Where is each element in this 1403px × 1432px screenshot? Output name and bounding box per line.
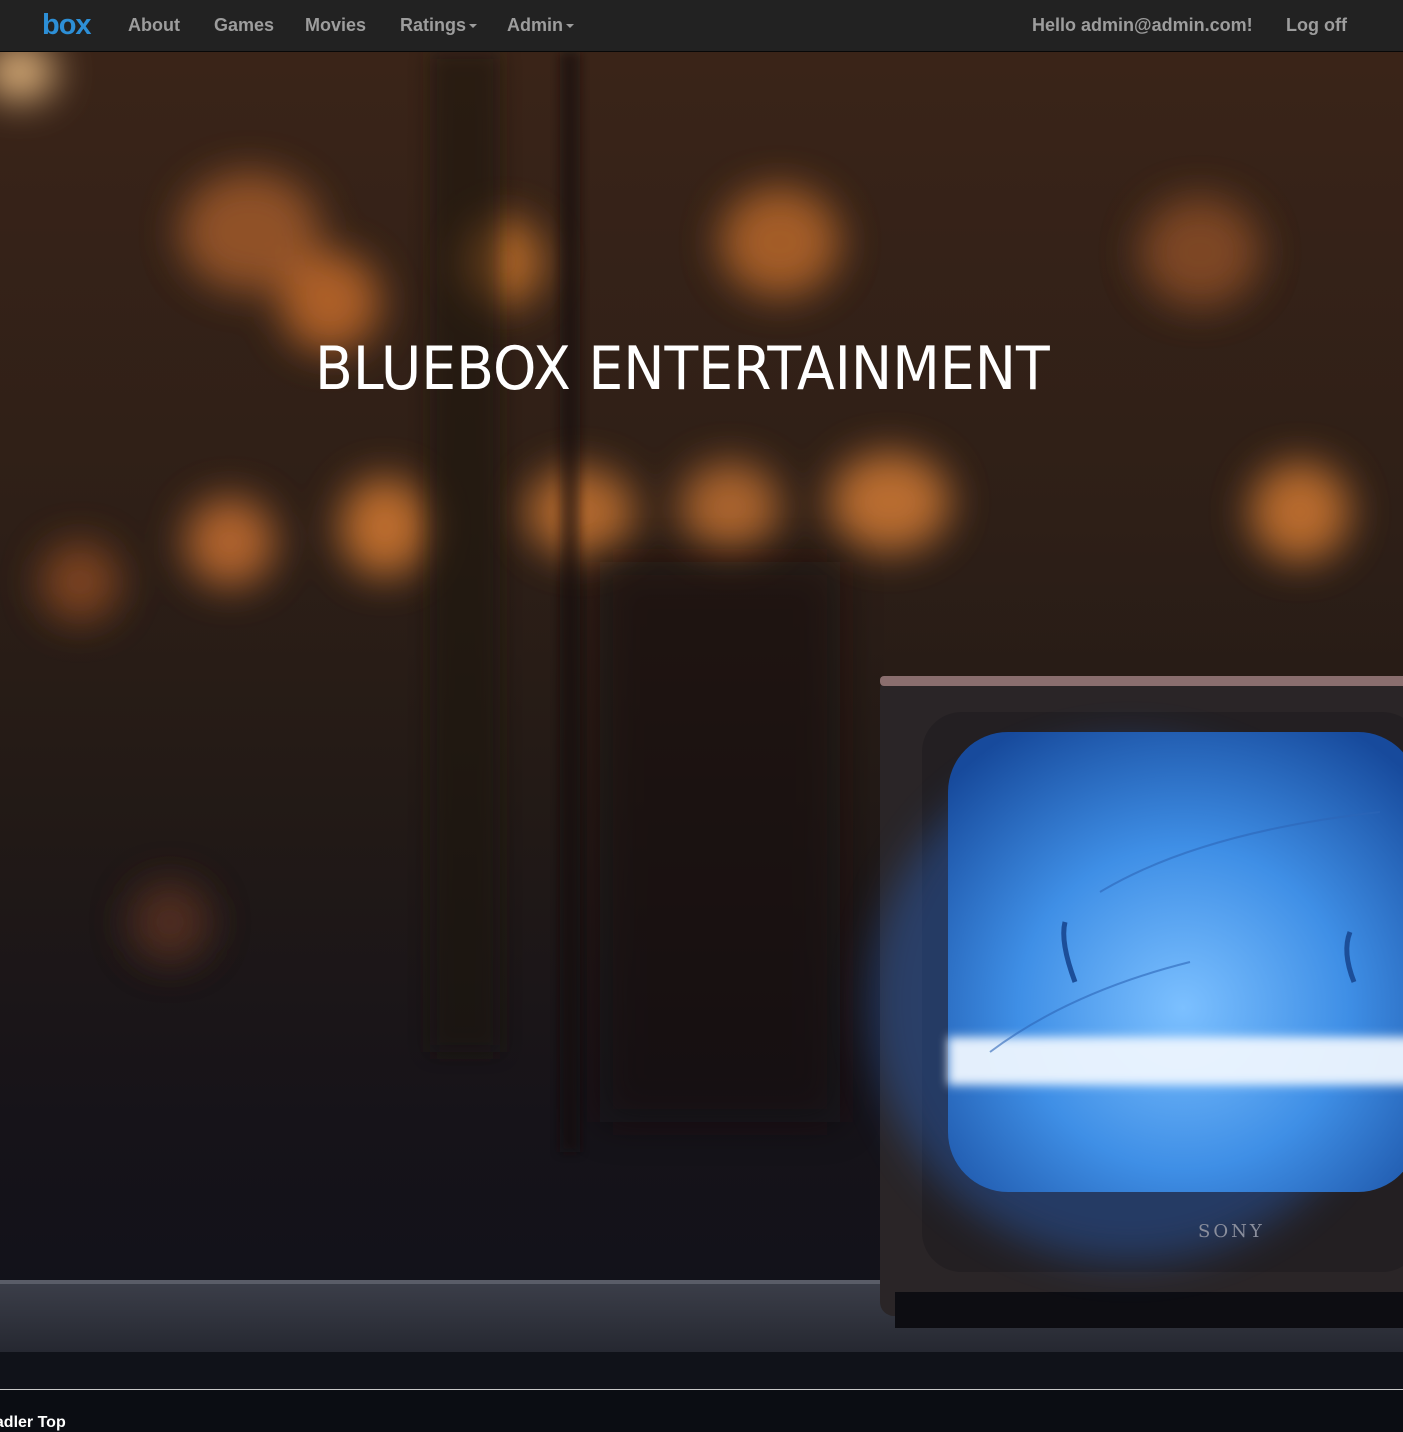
nav-admin-label: Admin bbox=[507, 15, 563, 35]
box-logo[interactable]: box bbox=[42, 9, 96, 41]
brand-text: box bbox=[42, 9, 91, 41]
top-navbar: box About Games Movies Ratings Admin Hel… bbox=[0, 0, 1403, 52]
nav-about[interactable]: About bbox=[128, 0, 180, 50]
nav-ratings-dropdown[interactable]: Ratings bbox=[400, 0, 478, 50]
tv-brand-label: SONY bbox=[1198, 1221, 1265, 1242]
hero-banner: SONY BLUEBOX ENTERTAINMENT bbox=[0, 52, 1403, 1389]
hero-title: BLUEBOX ENTERTAINMENT bbox=[315, 334, 1050, 404]
nav-admin-dropdown[interactable]: Admin bbox=[507, 0, 574, 50]
footer-text: Jadler Top bbox=[0, 1414, 66, 1431]
caret-down-icon bbox=[469, 24, 478, 29]
logoff-link[interactable]: Log off bbox=[1286, 0, 1347, 50]
hero-divider bbox=[0, 1389, 1403, 1390]
nav-ratings-label: Ratings bbox=[400, 15, 467, 35]
caret-down-icon bbox=[566, 24, 574, 29]
user-greeting-link[interactable]: Hello admin@admin.com! bbox=[1032, 0, 1253, 50]
hero-background-image: SONY bbox=[0, 52, 1403, 1389]
nav-movies[interactable]: Movies bbox=[305, 0, 366, 50]
nav-games[interactable]: Games bbox=[214, 0, 274, 50]
